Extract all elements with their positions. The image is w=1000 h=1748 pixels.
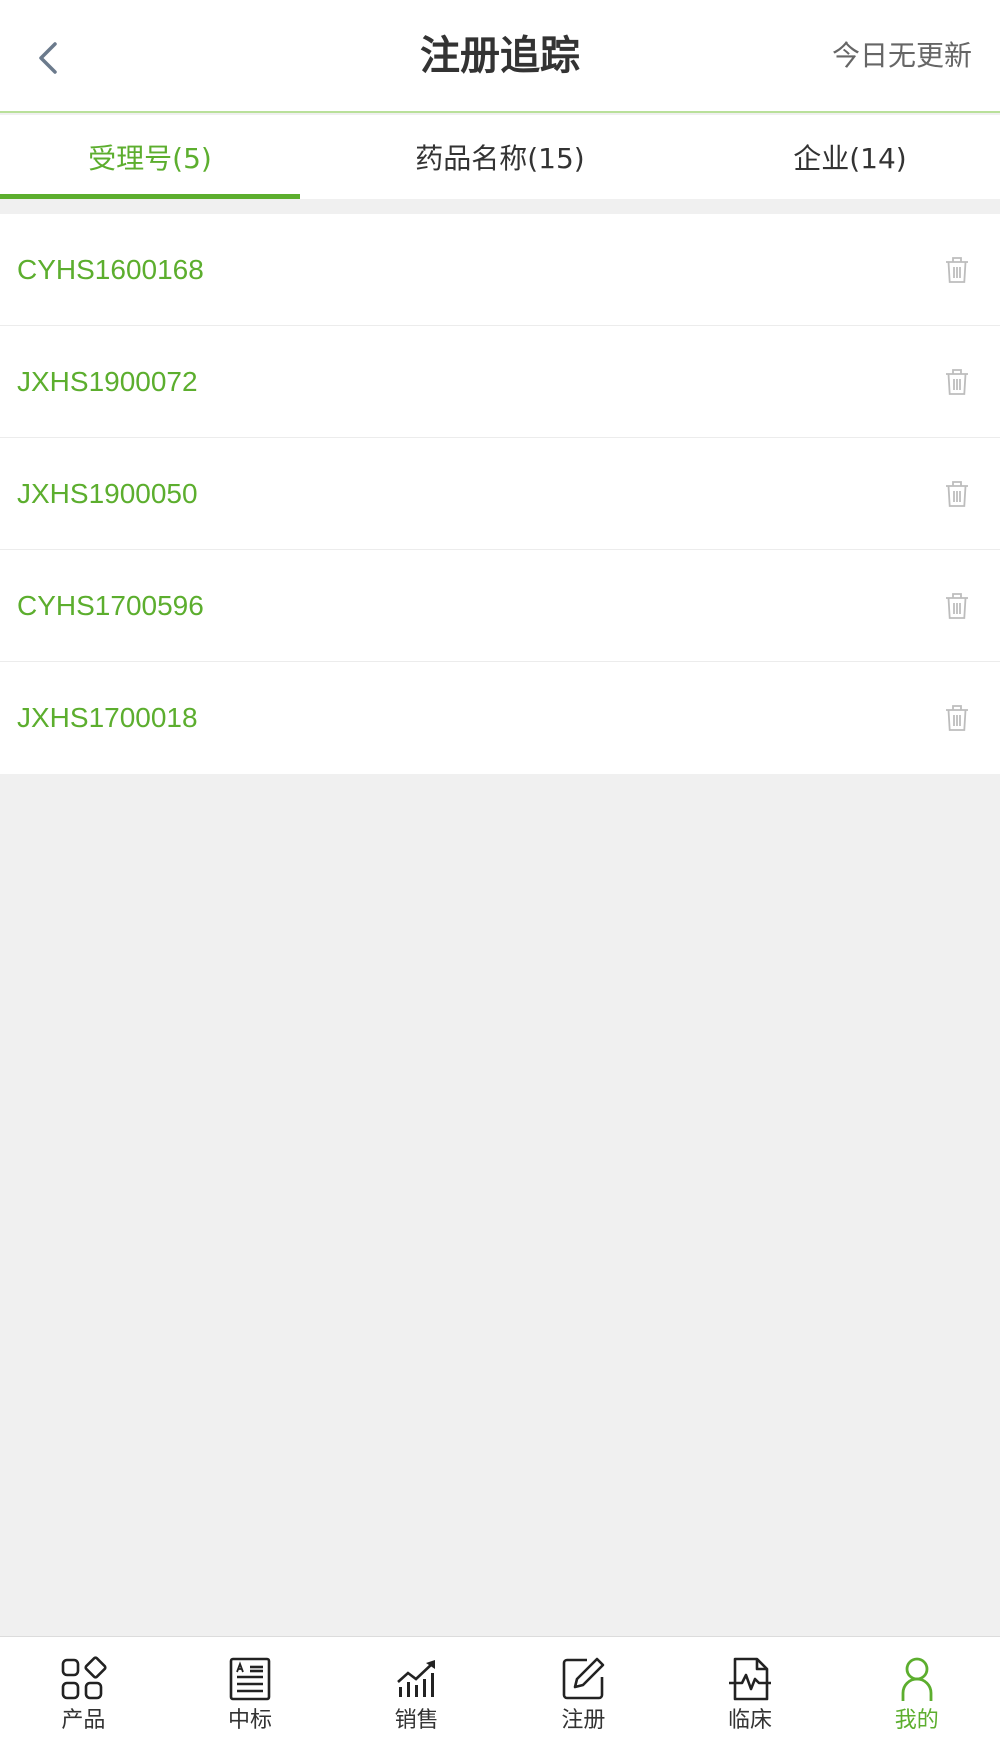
- product-icon: [59, 1655, 107, 1703]
- acceptance-number: JXHS1900050: [17, 477, 198, 509]
- list-item[interactable]: JXHS1900050: [0, 438, 1000, 550]
- list-item[interactable]: JXHS1700018: [0, 662, 1000, 774]
- trash-icon[interactable]: [942, 253, 972, 287]
- tabbar-item-sales[interactable]: 销售: [333, 1637, 500, 1748]
- bottom-tab-bar: 产品 中标 销售 注册 临床 我的: [0, 1636, 1000, 1748]
- clinical-icon: [726, 1655, 774, 1703]
- list-item[interactable]: CYHS1700596: [0, 550, 1000, 662]
- tabbar-label: 销售: [394, 1708, 439, 1733]
- trash-icon[interactable]: [942, 701, 972, 735]
- tabbar-item-registration[interactable]: 注册: [500, 1637, 667, 1748]
- tabbar-label: 我的: [894, 1708, 939, 1733]
- sales-chart-icon: [393, 1655, 441, 1703]
- tabbar-label: 临床: [728, 1708, 773, 1733]
- tab-label: 受理号(5): [88, 142, 212, 175]
- tabbar-item-product[interactable]: 产品: [0, 1637, 167, 1748]
- tab-company[interactable]: 企业(14): [700, 115, 1000, 199]
- tabbar-label: 注册: [561, 1708, 606, 1733]
- tabbar-label: 产品: [61, 1708, 106, 1733]
- update-status-text[interactable]: 今日无更新: [832, 36, 972, 76]
- tabbar-item-mine[interactable]: 我的: [833, 1637, 1000, 1748]
- tabbar-item-bid[interactable]: 中标: [167, 1637, 334, 1748]
- tab-label: 企业(14): [793, 142, 907, 175]
- active-tab-indicator: [0, 194, 300, 199]
- tab-drug-name[interactable]: 药品名称(15): [300, 115, 700, 199]
- acceptance-number: CYHS1600168: [17, 253, 204, 285]
- tab-bar: 受理号(5) 药品名称(15) 企业(14): [0, 115, 1000, 199]
- trash-icon[interactable]: [942, 365, 972, 399]
- list-item[interactable]: JXHS1900072: [0, 326, 1000, 438]
- acceptance-number: JXHS1700018: [17, 702, 198, 733]
- tabbar-item-clinical[interactable]: 临床: [667, 1637, 834, 1748]
- tab-acceptance-number[interactable]: 受理号(5): [0, 115, 300, 199]
- trash-icon[interactable]: [942, 589, 972, 623]
- list-item[interactable]: CYHS1600168: [0, 214, 1000, 326]
- tab-label: 药品名称(15): [415, 142, 585, 175]
- tabbar-label: 中标: [228, 1708, 273, 1733]
- top-nav-bar: 注册追踪 今日无更新: [0, 0, 1000, 113]
- acceptance-number: CYHS1700596: [17, 589, 204, 621]
- bid-icon: [226, 1655, 274, 1703]
- edit-icon: [559, 1655, 607, 1703]
- user-icon: [893, 1655, 941, 1703]
- tracked-list: CYHS1600168 JXHS1900072 JXHS1900050 CYHS…: [0, 214, 1000, 774]
- trash-icon[interactable]: [942, 477, 972, 511]
- acceptance-number: JXHS1900072: [17, 365, 198, 397]
